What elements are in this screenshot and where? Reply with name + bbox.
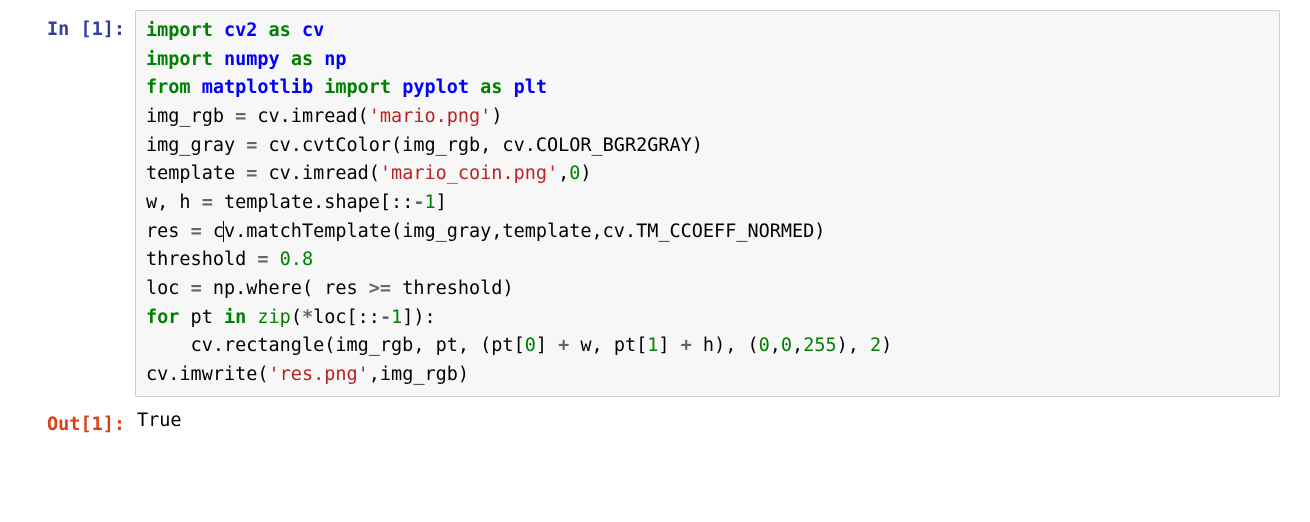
input-prompt-label: In [1]: bbox=[47, 19, 125, 40]
code-editor[interactable]: import cv2 as cv import numpy as np from… bbox=[135, 10, 1280, 397]
notebook: In [1]: import cv2 as cv import numpy as… bbox=[0, 0, 1310, 469]
output-cell: Out[1]: True bbox=[0, 405, 1310, 442]
output-prompt-col: Out[1]: bbox=[0, 405, 135, 440]
code-block[interactable]: import cv2 as cv import numpy as np from… bbox=[146, 17, 1269, 390]
input-cell: In [1]: import cv2 as cv import numpy as… bbox=[0, 10, 1310, 397]
output-text: True bbox=[137, 407, 1300, 436]
output-prompt-label: Out[1]: bbox=[47, 414, 125, 435]
input-prompt-col: In [1]: bbox=[0, 10, 135, 45]
output-area: True bbox=[135, 405, 1310, 442]
